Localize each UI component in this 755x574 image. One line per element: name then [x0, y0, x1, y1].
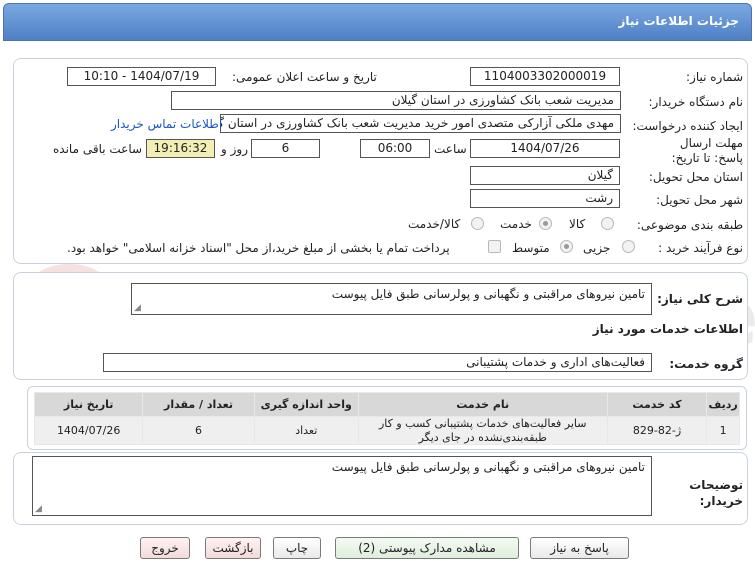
need-number-field: 1104003302000019 — [470, 67, 620, 86]
resize-grip-icon: ◢ — [134, 303, 141, 313]
col-header-service-code: کد خدمت — [606, 392, 708, 417]
general-desc-label: شرح کلی نیاز: — [657, 292, 743, 306]
col-header-unit: واحد اندازه گیری — [253, 392, 359, 417]
cell-unit: تعداد — [253, 416, 359, 445]
category-radio-goods[interactable] — [601, 217, 614, 230]
city-field: رشت — [470, 189, 620, 208]
treasury-payment-checkbox[interactable] — [488, 240, 501, 253]
remaining-label: ساعت باقی مانده — [53, 142, 143, 156]
purchase-option-medium: متوسط — [512, 241, 550, 255]
services-table: ردیف کد خدمت نام خدمت واحد اندازه گیری ت… — [33, 392, 740, 445]
buyer-notes-label: توضیحات خریدار: — [689, 478, 743, 508]
table-header-row: ردیف کد خدمت نام خدمت واحد اندازه گیری ت… — [33, 392, 740, 417]
general-desc-text: تامین نیروهای مراقبتی و نگهبانی و پولرسا… — [331, 287, 645, 301]
purchase-radio-medium[interactable] — [560, 240, 573, 253]
services-section-title: اطلاعات خدمات مورد نیاز — [592, 322, 743, 336]
deadline-time-field: 06:00 — [360, 139, 430, 158]
purchase-radio-partial[interactable] — [622, 240, 635, 253]
view-attachments-button[interactable]: مشاهده مدارک پیوستی (2) — [335, 537, 519, 559]
exit-button[interactable]: خروج — [140, 537, 190, 559]
col-header-row-no: ردیف — [706, 392, 740, 417]
col-header-need-date: تاریخ نیاز — [33, 392, 144, 417]
general-desc-field[interactable]: تامین نیروهای مراقبتی و نگهبانی و پولرسا… — [131, 283, 652, 315]
category-option-service: خدمت — [500, 217, 532, 231]
province-label: استان محل تحویل: — [648, 170, 743, 184]
category-option-goods-service: کالا/خدمت — [408, 217, 461, 231]
purchase-type-label: نوع فرآیند خرید : — [658, 241, 743, 255]
back-button[interactable]: بازگشت — [205, 537, 261, 559]
print-button[interactable]: چاپ — [273, 537, 321, 559]
deadline-label: مهلت ارسال پاسخ: تا تاریخ: — [671, 136, 743, 165]
buyer-notes-field[interactable]: تامین نیروهای مراقبتی و نگهبانی و پولرسا… — [32, 456, 652, 516]
days-field: 6 — [251, 139, 320, 158]
page-header: جزئیات اطلاعات نیاز — [3, 3, 752, 41]
cell-service-name: سایر فعالیت‌های خدمات پشتیبانی کسب و کار… — [357, 416, 608, 445]
buyer-org-field: مدیریت شعب بانک کشاورزی در استان گیلان — [171, 91, 621, 110]
table-row: 1 ژ-82-829 سایر فعالیت‌های خدمات پشتیبان… — [33, 416, 740, 445]
buyer-contact-link[interactable]: اطلاعات تماس خریدار — [111, 117, 222, 131]
requester-label: ایجاد کننده درخواست: — [632, 119, 743, 133]
announce-label: تاریخ و ساعت اعلان عمومی: — [232, 70, 377, 84]
cell-row-no: 1 — [706, 416, 740, 445]
category-radio-goods-service[interactable] — [471, 217, 484, 230]
requester-field: مهدی ملکی آزارکی متصدی امور خرید مدیریت … — [220, 114, 621, 133]
province-field: گیلان — [470, 166, 620, 185]
need-number-label: شماره نیاز: — [686, 70, 743, 84]
deadline-time-label: ساعت — [434, 142, 467, 156]
buyer-org-label: نام دستگاه خریدار: — [648, 95, 744, 109]
cell-quantity: 6 — [142, 416, 255, 445]
category-label: طبقه بندی موضوعی: — [636, 218, 743, 232]
col-header-service-name: نام خدمت — [357, 392, 608, 417]
reply-button[interactable]: پاسخ به نیاز — [530, 537, 629, 559]
city-label: شهر محل تحویل: — [656, 193, 743, 207]
resize-grip-icon: ◢ — [35, 504, 42, 514]
service-group-field: فعالیت‌های اداری و خدمات پشتیبانی — [103, 353, 652, 372]
category-radio-service[interactable] — [539, 217, 552, 230]
buyer-notes-text: تامین نیروهای مراقبتی و نگهبانی و پولرسا… — [331, 460, 645, 474]
deadline-date-field: 1404/07/26 — [470, 139, 620, 158]
days-label: روز و — [221, 142, 248, 156]
payment-note: پرداخت تمام یا بخشی از مبلغ خرید،از محل … — [67, 241, 450, 255]
category-option-goods: کالا — [569, 217, 586, 231]
announce-datetime-field: 1404/07/19 - 10:10 — [67, 67, 216, 86]
cell-need-date: 1404/07/26 — [33, 416, 144, 445]
service-group-label: گروه خدمت: — [669, 357, 743, 371]
col-header-quantity: تعداد / مقدار — [142, 392, 255, 417]
cell-service-code: ژ-82-829 — [606, 416, 708, 445]
page-title: جزئیات اطلاعات نیاز — [618, 14, 739, 28]
remaining-time-field: 19:16:32 — [146, 139, 215, 158]
purchase-option-partial: جزیی — [583, 241, 611, 255]
need-info-panel — [13, 58, 748, 264]
